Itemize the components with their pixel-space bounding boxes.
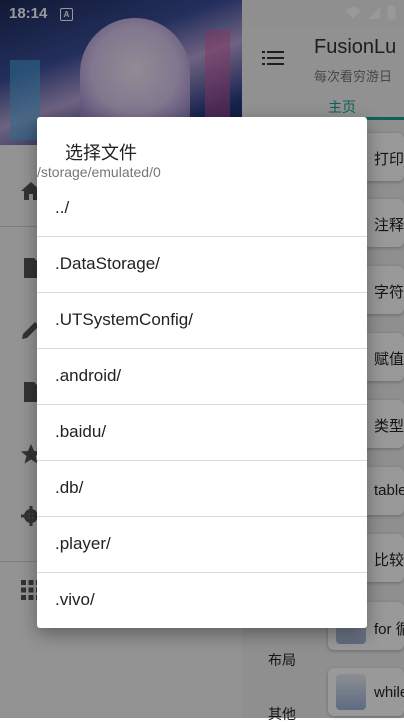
list-item[interactable]: .android/ — [37, 349, 367, 405]
list-item-label: .player/ — [55, 534, 111, 553]
file-chooser-dialog: 选择文件 /storage/emulated/0 ../ .DataStorag… — [37, 117, 367, 628]
list-item-label: .vivo/ — [55, 590, 95, 609]
list-item-label: .UTSystemConfig/ — [55, 310, 193, 329]
current-path: /storage/emulated/0 — [37, 164, 161, 180]
list-item-parent-directory[interactable]: ../ — [37, 181, 367, 237]
dialog-title: 选择文件 — [65, 143, 137, 163]
file-list: ../ .DataStorage/ .UTSystemConfig/ .andr… — [37, 181, 367, 628]
list-item[interactable]: .DataStorage/ — [37, 237, 367, 293]
list-item[interactable]: .db/ — [37, 461, 367, 517]
list-item-label: .android/ — [55, 366, 122, 385]
list-item[interactable]: .player/ — [37, 517, 367, 573]
list-item[interactable]: .baidu/ — [37, 405, 367, 461]
list-item-label: .baidu/ — [55, 422, 107, 441]
list-item-label: .db/ — [55, 478, 84, 497]
list-item-label: .DataStorage/ — [55, 254, 160, 273]
list-item[interactable]: .vivo/ — [37, 573, 367, 628]
list-item-label: ../ — [55, 198, 70, 217]
list-item[interactable]: .UTSystemConfig/ — [37, 293, 367, 349]
